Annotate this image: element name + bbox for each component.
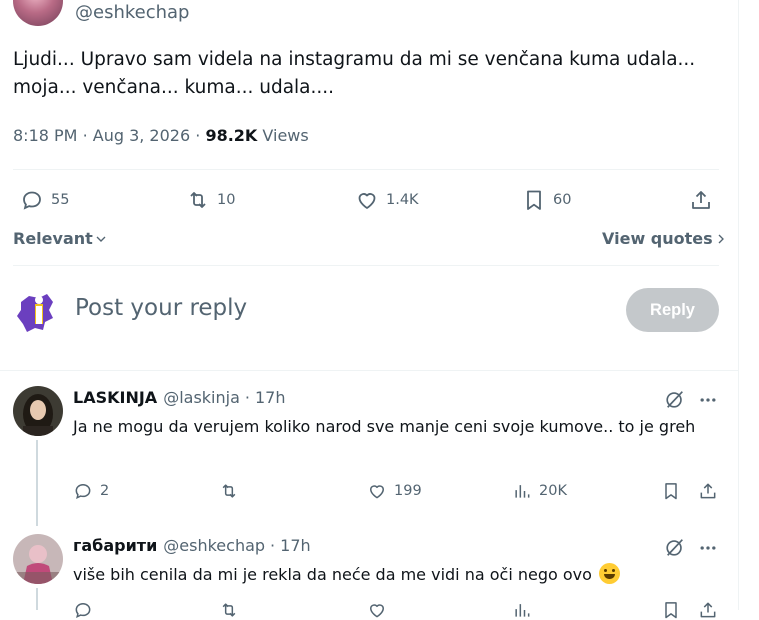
views-icon <box>512 481 539 501</box>
comment-share-action[interactable] <box>698 600 725 620</box>
bookmark-count: 60 <box>553 192 572 208</box>
comment-header: LASKINJA @laskinja · 17h <box>73 388 285 407</box>
smiling-face-emoji <box>599 563 621 584</box>
commenter-handle[interactable]: @laskinja <box>163 388 240 407</box>
share-icon <box>698 600 725 620</box>
sort-dropdown[interactable]: Relevant <box>13 229 109 248</box>
comment-retweet-action[interactable] <box>219 481 246 501</box>
comment-like-action[interactable] <box>367 600 394 620</box>
main-column: @eshkechap Ljudi... Upravo sam videla na… <box>0 0 739 619</box>
comment-like-action[interactable]: 199 <box>367 481 422 501</box>
reply-icon <box>73 600 100 620</box>
grok-icon[interactable] <box>664 536 686 558</box>
commenter-name[interactable]: LASKINJA <box>73 388 157 407</box>
retweet-icon <box>186 188 217 212</box>
reply-count: 2 <box>100 483 110 499</box>
commenter-avatar[interactable] <box>13 386 63 436</box>
comment-text: Ja ne mogu da verujem koliko narod sve m… <box>73 417 696 436</box>
reply-action[interactable]: 55 <box>20 188 69 212</box>
retweet-count: 10 <box>217 192 236 208</box>
bookmark-icon <box>661 481 688 501</box>
comment-reply-action[interactable]: 2 <box>73 481 109 501</box>
tweet-date[interactable]: Aug 3, 2026 <box>93 126 190 145</box>
bookmark-action[interactable]: 60 <box>522 188 571 212</box>
views-count: 20K <box>539 483 567 499</box>
comment-retweet-action[interactable] <box>219 600 246 620</box>
retweet-icon <box>219 481 246 501</box>
comment-views-action[interactable] <box>512 600 539 620</box>
views-label: Views <box>262 126 309 145</box>
comment-views-action[interactable]: 20K <box>512 481 567 501</box>
commenter-handle[interactable]: @eshkechap <box>163 536 265 555</box>
divider <box>13 169 719 170</box>
tweet-meta: 8:18 PM · Aug 3, 2026 · 98.2K Views <box>13 126 309 145</box>
bookmark-icon <box>522 188 553 212</box>
author-avatar[interactable] <box>13 0 63 26</box>
share-icon <box>689 188 720 212</box>
chevron-right-icon <box>713 231 729 247</box>
comment-bookmark-action[interactable] <box>661 600 688 620</box>
comment-reply-action[interactable] <box>73 600 100 620</box>
tweet-text: Ljudi... Upravo sam videla na instagramu… <box>13 49 696 98</box>
comment-time[interactable]: 17h <box>280 536 311 555</box>
divider <box>13 265 719 266</box>
views-count: 98.2K <box>205 126 258 145</box>
retweet-icon <box>219 600 246 620</box>
comment-header: габарити @eshkechap · 17h <box>73 536 311 555</box>
like-count: 199 <box>394 483 422 499</box>
heart-icon <box>367 600 394 620</box>
comment-time[interactable]: 17h <box>255 388 286 407</box>
current-user-avatar[interactable] <box>15 292 57 334</box>
bookmark-icon <box>661 600 688 620</box>
grok-icon[interactable] <box>664 388 686 410</box>
meta-separator: · <box>82 126 88 145</box>
meta-separator: · <box>195 126 201 145</box>
heart-icon <box>367 481 394 501</box>
author-handle[interactable]: @eshkechap <box>75 2 189 23</box>
commenter-name[interactable]: габарити <box>73 536 157 555</box>
reply-button[interactable]: Reply <box>626 288 719 332</box>
share-icon <box>698 481 725 501</box>
comment-bookmark-action[interactable] <box>661 481 688 501</box>
comment-text-body: više bih cenila da mi je rekla da neće d… <box>73 565 592 584</box>
reply-input[interactable]: Post your reply <box>75 295 247 321</box>
heart-icon <box>355 188 386 212</box>
header-separator: · <box>270 536 276 555</box>
reply-icon <box>73 481 100 501</box>
commenter-avatar[interactable] <box>13 534 63 584</box>
reply-icon <box>20 188 51 212</box>
view-quotes-link[interactable]: View quotes <box>602 229 729 248</box>
views-icon <box>512 600 539 620</box>
retweet-action[interactable]: 10 <box>186 188 235 212</box>
more-icon[interactable] <box>698 538 718 558</box>
thread-line <box>36 440 38 526</box>
view-quotes-label: View quotes <box>602 229 713 248</box>
like-count: 1.4K <box>386 192 419 208</box>
share-action[interactable] <box>689 188 720 212</box>
sort-label: Relevant <box>13 229 93 248</box>
thread-line <box>36 588 38 610</box>
reply-count: 55 <box>51 192 70 208</box>
chevron-down-icon <box>93 231 109 247</box>
tweet-time[interactable]: 8:18 PM <box>13 126 77 145</box>
comment-text: više bih cenila da mi je rekla da neće d… <box>73 562 713 587</box>
divider <box>0 370 739 371</box>
header-separator: · <box>244 388 250 407</box>
more-icon[interactable] <box>698 390 718 410</box>
comment-share-action[interactable] <box>698 481 725 501</box>
like-action[interactable]: 1.4K <box>355 188 419 212</box>
